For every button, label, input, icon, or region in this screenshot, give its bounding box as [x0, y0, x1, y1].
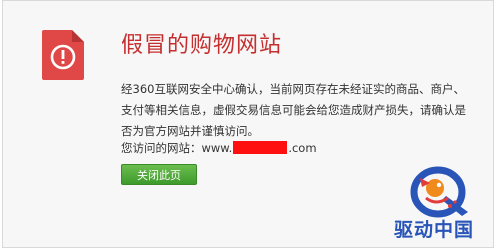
warning-title: 假冒的购物网站 — [121, 33, 283, 58]
url-label: 您访问的网站： — [121, 141, 202, 155]
warning-exclamation-icon — [42, 30, 84, 80]
redacted-domain — [233, 141, 288, 154]
close-page-button[interactable]: 关闭此页 — [121, 164, 197, 185]
watermark-text: 驱动中国 — [394, 219, 475, 241]
watermark: 驱动中国 — [394, 166, 494, 246]
url-prefix: www. — [201, 141, 233, 155]
visited-url-line: 您访问的网站：www. .com — [121, 139, 317, 157]
page: 假冒的购物网站 经360互联网安全中心确认，当前网页存在未经证实的商品、商户、支… — [0, 0, 500, 250]
url-suffix: .com — [288, 141, 317, 155]
warning-message: 经360互联网安全中心确认，当前网页存在未经证实的商品、商户、支付等相关信息，虚… — [121, 82, 466, 138]
watermark-logo — [410, 166, 468, 218]
